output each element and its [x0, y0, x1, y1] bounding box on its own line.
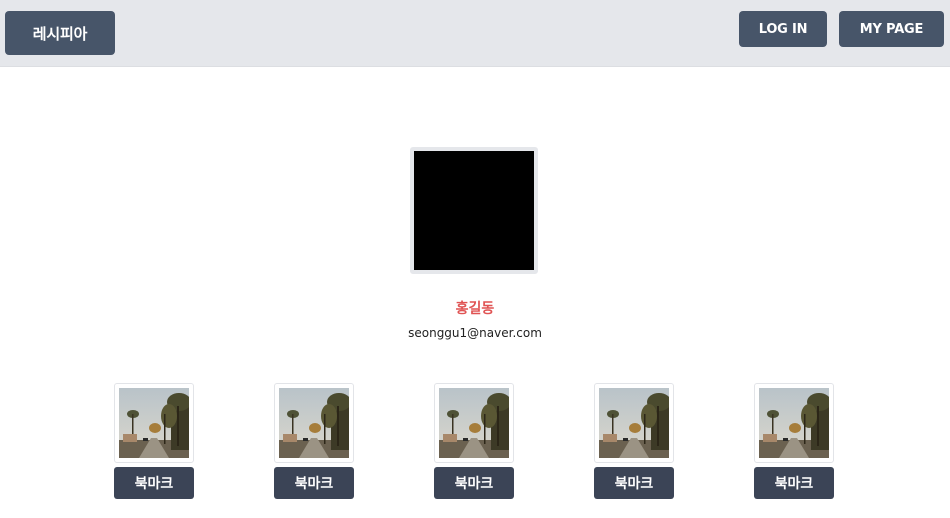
bookmark-card: 북마크: [114, 383, 194, 501]
palm-street-photo-icon: [439, 388, 509, 458]
recipe-thumbnail[interactable]: [754, 383, 834, 463]
bookmark-card: 북마크: [594, 383, 674, 501]
profile-email: seonggu1@naver.com: [408, 326, 542, 340]
recipe-thumbnail[interactable]: [594, 383, 674, 463]
bookmark-button[interactable]: 북마크: [594, 467, 674, 499]
login-button[interactable]: LOG IN: [739, 11, 827, 47]
palm-street-photo-icon: [759, 388, 829, 458]
profile-image: [410, 147, 538, 274]
palm-street-photo-icon: [119, 388, 189, 458]
palm-street-photo-icon: [599, 388, 669, 458]
profile-name: 홍길동: [455, 301, 495, 317]
bookmark-card: 북마크: [434, 383, 514, 501]
bookmark-button[interactable]: 북마크: [114, 467, 194, 499]
recipe-thumbnail[interactable]: [274, 383, 354, 463]
bookmark-card: 북마크: [274, 383, 354, 501]
recipe-thumbnail[interactable]: [114, 383, 194, 463]
top-navbar: 레시피아 LOG IN MY PAGE: [0, 0, 950, 67]
bookmark-button[interactable]: 북마크: [274, 467, 354, 499]
recipe-thumbnail[interactable]: [434, 383, 514, 463]
bookmark-card: 북마크: [754, 383, 834, 501]
bookmark-button[interactable]: 북마크: [754, 467, 834, 499]
bookmark-button[interactable]: 북마크: [434, 467, 514, 499]
brand-home-button[interactable]: 레시피아: [5, 11, 115, 55]
my-page-button[interactable]: MY PAGE: [839, 11, 944, 47]
palm-street-photo-icon: [279, 388, 349, 458]
